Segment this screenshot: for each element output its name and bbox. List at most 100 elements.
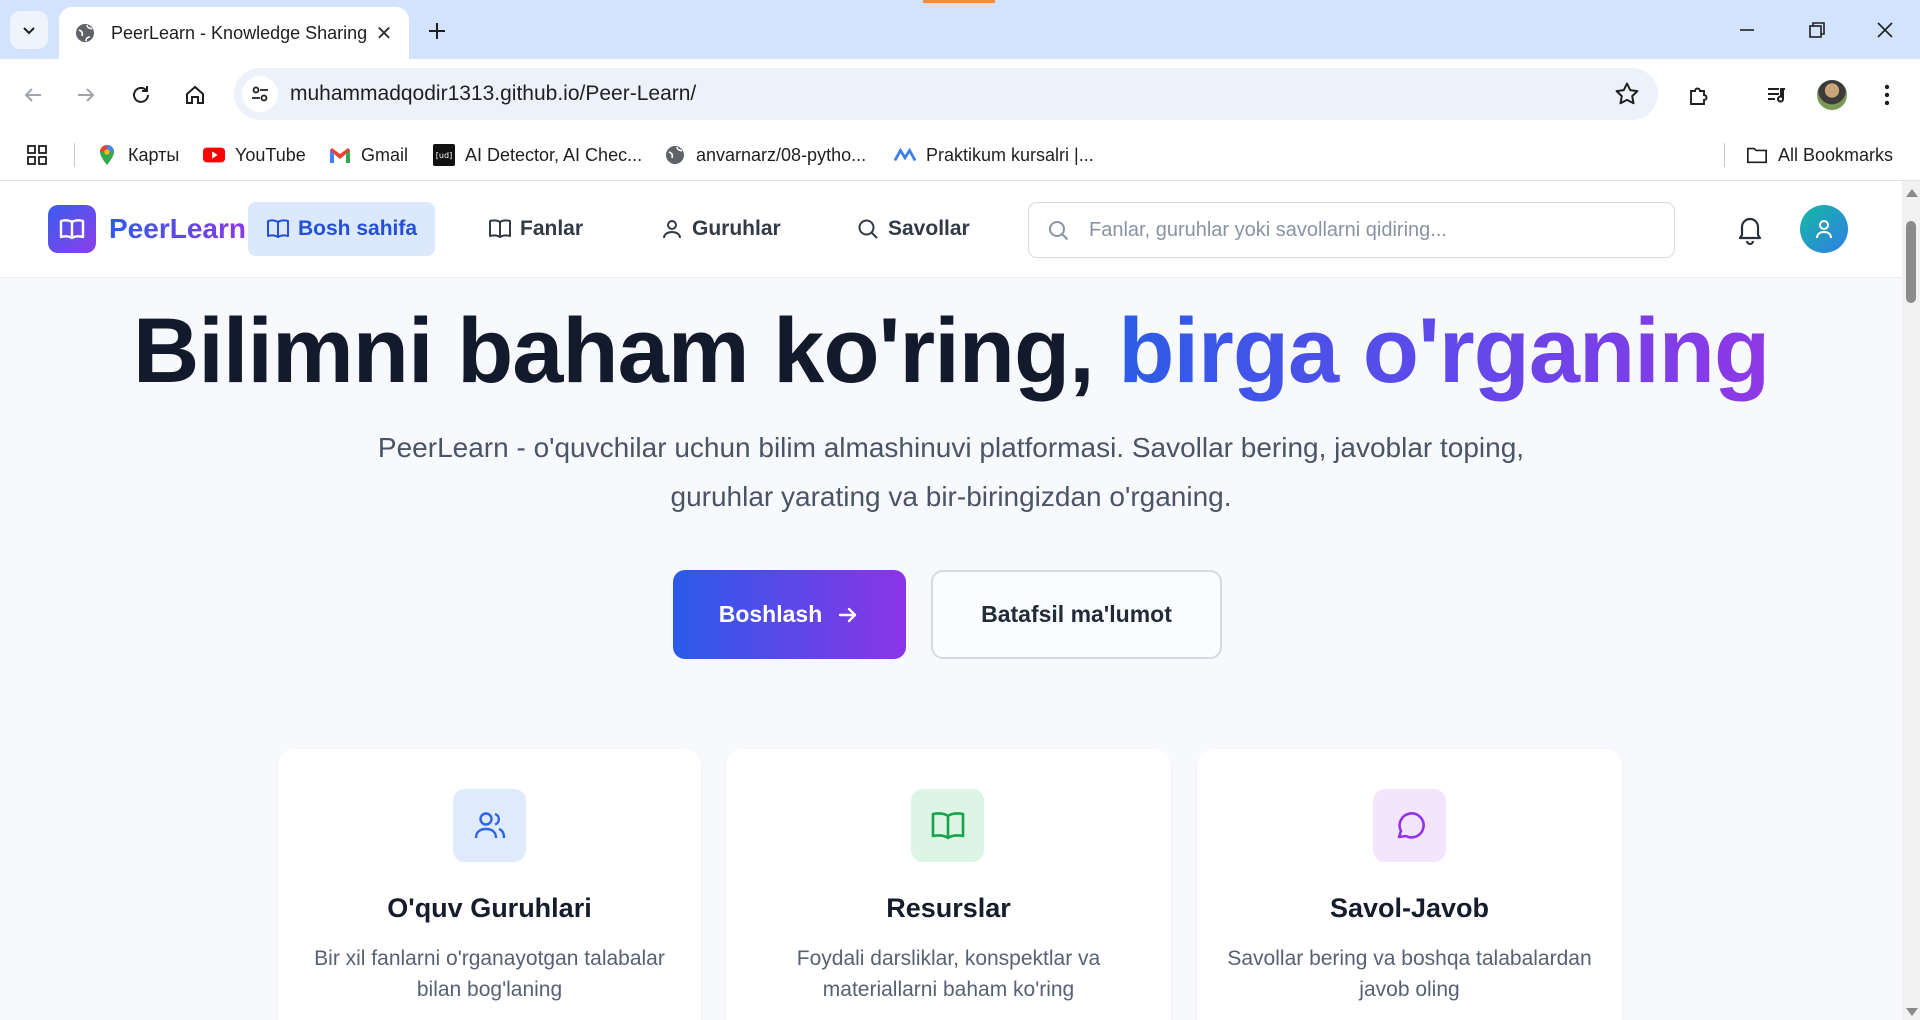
nav-label: Fanlar [520,217,584,240]
scroll-thumb[interactable] [1906,221,1916,303]
profile-button[interactable] [1813,76,1851,114]
all-bookmarks-label: All Bookmarks [1778,144,1894,165]
minimize-icon [1740,28,1754,31]
globe-icon [73,21,97,45]
address-bar[interactable]: muhammadqodir1313.github.io/Peer-Learn/ [234,68,1658,120]
more-vertical-icon [1884,84,1890,106]
folder-icon [1746,144,1768,166]
logo-text: PeerLearn [109,213,246,244]
feature-title: O'quv Guruhlari [387,893,592,923]
site-search[interactable] [1028,202,1675,258]
browser-tab-active[interactable]: PeerLearn - Knowledge Sharing ✕ [59,7,409,59]
home-icon [186,85,204,104]
feature-text: Foydali darsliklar, konspektlar va mater… [796,947,1101,1001]
back-button[interactable] [14,76,52,114]
bookmark-label: Praktikum kursalri |... [926,144,1094,165]
bookmark-anvarnarz[interactable]: anvarnarz/08-pytho... [664,141,866,169]
puzzle-icon [1690,87,1708,105]
bookmarks-separator [1724,143,1725,167]
extensions-button[interactable] [1680,76,1718,114]
user-icon [1816,220,1832,239]
close-window-button[interactable] [1850,0,1920,59]
svg-text:[ud]: [ud] [436,151,452,160]
profile-avatar [1817,80,1847,110]
feature-icon-box [1373,789,1446,862]
book-open-icon [488,217,512,241]
apps-button[interactable] [26,141,48,169]
restore-icon [1809,21,1825,38]
nav-label: Guruhlar [692,217,781,240]
bookmark-star-icon[interactable] [1614,81,1640,107]
feature-title: Resurslar [886,893,1011,923]
new-tab-button[interactable] [420,14,454,48]
bookmark-label: AI Detector, AI Chec... [465,144,643,165]
boshlash-label: Boshlash [718,601,823,627]
scroll-up-arrow[interactable] [1906,189,1918,197]
nav-label: Savollar [888,217,970,240]
close-tab-icon[interactable]: ✕ [371,20,397,46]
bookmark-youtube[interactable]: YouTube [203,141,306,169]
chrome-menu-button[interactable] [1868,76,1906,114]
ud-icon: [ud] [433,144,455,166]
plus-icon [429,23,445,39]
logo-book-icon [48,205,96,253]
bookmark-gmail[interactable]: Gmail [329,141,408,169]
url-text[interactable]: muhammadqodir1313.github.io/Peer-Learn/ [290,82,696,106]
site-logo[interactable]: PeerLearn [48,205,246,253]
site-header: PeerLearn Bosh sahifa Fanlar Guruhlar Sa… [0,181,1902,278]
message-circle-icon [1397,811,1425,839]
nav-guruhlar[interactable]: Guruhlar [642,202,799,256]
page-scrollbar[interactable] [1902,181,1920,1020]
bookmark-maps[interactable]: Карты [96,141,179,169]
hero-subtitle: PeerLearn - o'quvchilar uchun bilim alma… [377,432,1525,512]
bookmark-praktikum[interactable]: Praktikum kursalri |... [894,141,1094,169]
feature-card-guruhlar[interactable]: O'quv Guruhlari Bir xil fanlarni o'rgana… [278,749,701,1020]
search-icon [856,217,880,241]
media-controls-button[interactable] [1758,76,1796,114]
nav-fanlar[interactable]: Fanlar [470,202,601,256]
praktikum-icon [894,144,916,166]
bookmark-ai-detector[interactable]: [ud] AI Detector, AI Chec... [433,141,642,169]
arrow-right-icon [78,88,95,102]
page-viewport: PeerLearn Bosh sahifa Fanlar Guruhlar Sa… [0,181,1902,1020]
feature-card-savol-javob[interactable]: Savol-Javob Savollar bering va boshqa ta… [1197,749,1622,1020]
scroll-down-arrow[interactable] [1906,1008,1918,1016]
reload-icon [133,86,149,103]
search-icon [1049,221,1069,241]
bookmarks-separator [74,143,75,167]
nav-savollar[interactable]: Savollar [838,202,988,256]
apps-grid-icon [27,145,47,165]
restore-button[interactable] [1782,0,1852,59]
nav-label: Bosh sahifa [298,217,418,240]
hero-title: Bilimni baham ko'ring, birga o'rganing [0,299,1902,404]
minimize-button[interactable] [1712,0,1782,59]
chevron-down-icon [23,27,35,35]
browser-tab-bar: PeerLearn - Knowledge Sharing ✕ [0,0,1920,59]
youtube-icon [203,144,225,166]
book-open-icon [266,217,290,241]
bell-icon[interactable] [1733,212,1767,246]
nav-bosh-sahifa[interactable]: Bosh sahifa [248,202,436,256]
users-icon [474,811,505,838]
all-bookmarks-button[interactable]: All Bookmarks [1746,141,1893,169]
maps-pin-icon [96,144,118,166]
tab-search-button[interactable] [10,11,48,49]
user-avatar[interactable] [1800,205,1848,253]
home-button[interactable] [176,76,214,114]
search-input[interactable] [1089,213,1649,247]
feature-card-resurslar[interactable]: Resurslar Foydali darsliklar, konspektla… [726,749,1171,1020]
book-open-icon [931,811,964,839]
feature-icon-box [911,789,984,862]
site-info-button[interactable] [242,76,278,112]
bookmark-label: Gmail [361,144,409,165]
batafsil-button[interactable]: Batafsil ma'lumot [931,570,1222,659]
feature-text: Bir xil fanlarni o'rganayotgan talabalar… [314,947,665,1001]
gmail-icon [329,144,351,166]
tab-strip-indicator [923,0,995,3]
forward-button[interactable] [67,76,105,114]
boshlash-button[interactable]: Boshlash [673,570,906,659]
reload-button[interactable] [122,76,160,114]
tab-title: PeerLearn - Knowledge Sharing [111,22,368,43]
feature-icon-box [453,789,526,862]
hero-title-highlight: birga o'rganing [1118,300,1770,402]
